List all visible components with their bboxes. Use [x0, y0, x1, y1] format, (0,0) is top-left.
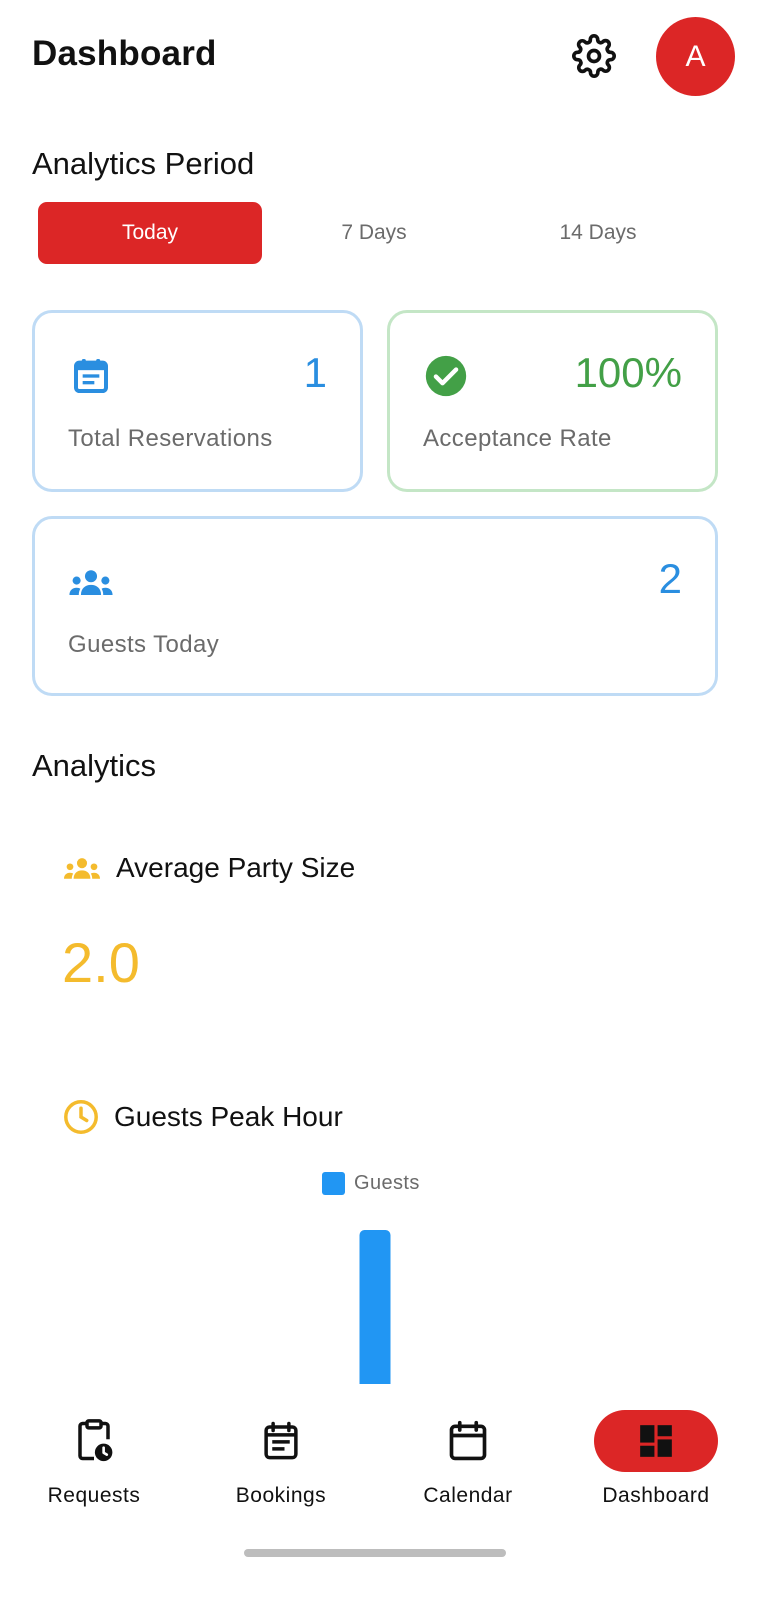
total-reservations-label: Total Reservations	[68, 425, 273, 452]
tab-today[interactable]: Today	[38, 202, 262, 264]
check-circle-icon	[423, 353, 469, 399]
legend-swatch-guests	[322, 1172, 345, 1195]
clipboard-clock-icon	[78, 1419, 113, 1462]
peak-hour-chart	[359, 1230, 391, 1384]
acceptance-rate-label: Acceptance Rate	[423, 425, 612, 452]
page-title: Dashboard	[32, 34, 217, 73]
app-header: Dashboard A	[0, 0, 758, 112]
nav-requests-icon-wrap	[32, 1410, 156, 1472]
nav-requests-label: Requests	[47, 1484, 141, 1507]
bookings-list-icon	[264, 1421, 298, 1460]
nav-calendar[interactable]: Calendar	[378, 1410, 558, 1520]
bottom-navigation: Requests Bookings Calendar Dashboard	[0, 1384, 758, 1600]
average-party-size-title: Average Party Size	[116, 852, 356, 883]
avatar[interactable]: A	[656, 17, 735, 96]
people-group-icon	[68, 559, 114, 605]
analytics-period-title: Analytics Period	[32, 146, 255, 181]
guests-today-label: Guests Today	[68, 631, 220, 658]
period-tabs: Today 7 Days 14 Days	[38, 202, 710, 264]
guests-today-card: 2 Guests Today	[32, 516, 718, 696]
acceptance-rate-card: 100% Acceptance Rate	[387, 310, 718, 492]
tab-14-days[interactable]: 14 Days	[486, 202, 710, 264]
nav-bookings-icon-wrap	[219, 1410, 343, 1472]
peak-hour-title: Guests Peak Hour	[114, 1101, 343, 1132]
dashboard-grid-icon	[640, 1425, 672, 1457]
people-group-icon	[64, 858, 100, 879]
average-party-size-header: Average Party Size	[62, 852, 355, 884]
acceptance-rate-value: 100%	[574, 349, 682, 396]
gear-icon	[572, 34, 616, 78]
chart-bar-guests	[359, 1230, 391, 1384]
clock-icon	[64, 1100, 98, 1134]
nav-requests[interactable]: Requests	[4, 1410, 184, 1520]
tab-7-days[interactable]: 7 Days	[262, 202, 486, 264]
settings-button[interactable]	[568, 30, 620, 82]
analytics-title: Analytics	[32, 748, 157, 783]
calendar-icon	[449, 1420, 487, 1461]
nav-bookings-label: Bookings	[235, 1484, 327, 1507]
nav-calendar-label: Calendar	[423, 1484, 513, 1507]
nav-dashboard[interactable]: Dashboard	[566, 1410, 746, 1520]
total-reservations-value: 1	[303, 349, 327, 396]
chart-legend: Guests	[322, 1172, 420, 1195]
total-reservations-card: 1 Total Reservations	[32, 310, 363, 492]
calendar-list-icon	[68, 353, 114, 399]
guests-today-value: 2	[658, 555, 682, 602]
home-indicator	[244, 1549, 506, 1557]
peak-hour-header: Guests Peak Hour	[62, 1098, 343, 1136]
dashboard-screen: Dashboard A Analytics Period Today 7 Day…	[0, 0, 758, 1600]
nav-dashboard-pill	[594, 1410, 718, 1472]
average-party-size-value: 2.0	[62, 931, 140, 994]
nav-bookings[interactable]: Bookings	[191, 1410, 371, 1520]
legend-label-guests: Guests	[354, 1172, 420, 1194]
nav-calendar-icon-wrap	[406, 1410, 530, 1472]
nav-dashboard-label: Dashboard	[602, 1484, 710, 1507]
